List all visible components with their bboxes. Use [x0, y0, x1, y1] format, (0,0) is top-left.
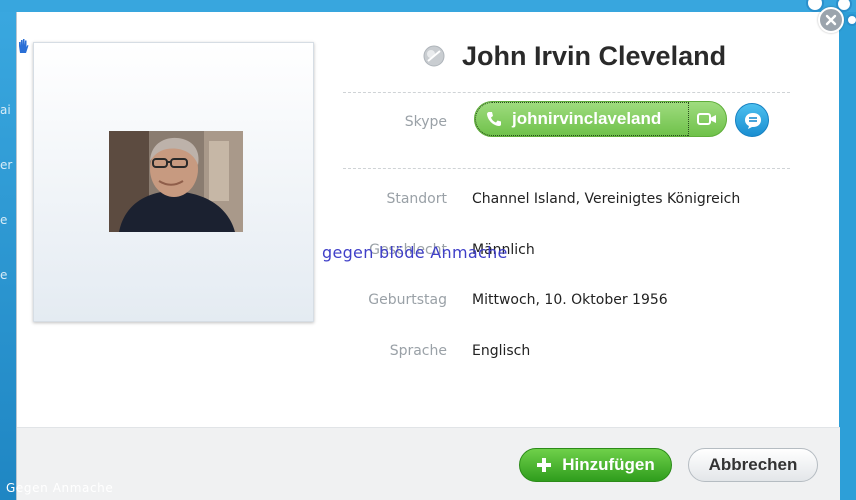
- background-text: ai: [0, 103, 11, 117]
- chat-button[interactable]: [735, 103, 769, 137]
- skype-label: Skype: [404, 114, 447, 130]
- detail-value-language: Englisch: [472, 343, 531, 359]
- add-contact-label: Hinzufügen: [562, 455, 655, 474]
- detail-value-location: Channel Island, Vereinigtes Königreich: [472, 191, 741, 207]
- chat-icon: [745, 113, 761, 129]
- watermark-text: gegen blöde Anmache: [322, 243, 508, 262]
- background-app-strip: [0, 0, 16, 500]
- hand-icon: [19, 39, 29, 53]
- skype-id: johnirvinclaveland: [512, 109, 662, 128]
- add-contact-button[interactable]: Hinzufügen: [519, 448, 672, 482]
- background-app-top: [0, 0, 856, 12]
- background-text: er: [0, 158, 13, 172]
- watermark-text-bottom: Gegen Anmache: [6, 481, 114, 495]
- contact-name-row: John Irvin Cleveland: [422, 38, 726, 74]
- call-button[interactable]: johnirvinclaveland: [475, 102, 689, 136]
- video-icon[interactable]: [697, 111, 717, 127]
- offline-status-icon: [423, 45, 445, 67]
- profile-photo-panel: [33, 42, 314, 322]
- phone-icon: [487, 112, 501, 126]
- detail-label-birthday: Geburtstag: [368, 292, 447, 308]
- skype-contact-pill: johnirvinclaveland: [474, 101, 727, 137]
- detail-label-location: Standort: [386, 191, 447, 207]
- divider: [343, 168, 790, 169]
- plus-icon: [537, 458, 552, 472]
- background-bubble: [846, 14, 856, 26]
- divider: [343, 92, 790, 93]
- page-title: John Irvin Cleveland: [462, 40, 727, 71]
- cancel-button[interactable]: Abbrechen: [688, 448, 818, 482]
- background-text: e: [0, 213, 8, 227]
- add-contact-dialog: John Irvin Cleveland Skype johnirvinclav…: [16, 12, 840, 500]
- background-text: e: [0, 268, 8, 282]
- detail-label-language: Sprache: [389, 343, 447, 359]
- detail-value-birthday: Mittwoch, 10. Oktober 1956: [472, 292, 668, 308]
- close-icon: [825, 14, 837, 26]
- avatar: [109, 131, 243, 232]
- close-button[interactable]: [818, 7, 844, 33]
